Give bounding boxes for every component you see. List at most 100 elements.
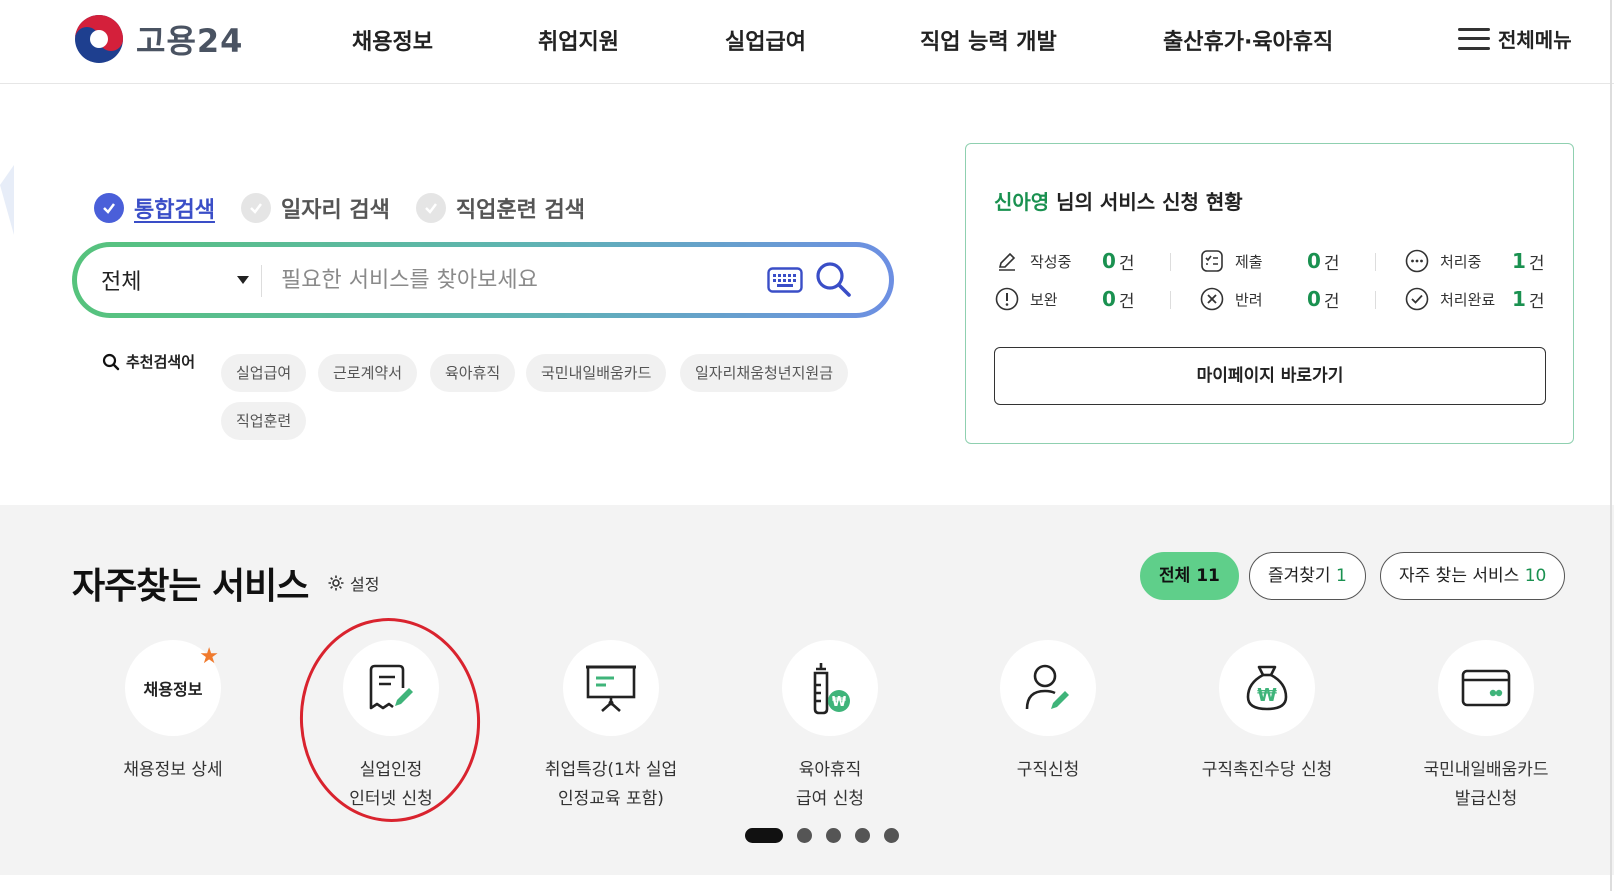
pagination-dot[interactable] (826, 828, 841, 843)
service-icon-circle: ₩ (782, 640, 878, 736)
search-input[interactable] (281, 261, 741, 299)
status-count: 0 (1102, 249, 1116, 273)
service-status-panel: 신아영 님의 서비스 신청 현황 작성중 0 건 제출 0 건 처리중 1 건 … (965, 143, 1574, 444)
service-label: 취업특강(1차 실업 인정교육 포함) (511, 756, 711, 814)
filter-label: 자주 찾는 서비스 (1399, 566, 1520, 586)
status-processing[interactable]: 처리중 1 건 (1404, 248, 1545, 274)
service-label-line1: 국민내일배움카드 (1423, 760, 1549, 780)
service-job-info[interactable]: 채용정보 ★ 채용정보 상세 (73, 640, 273, 785)
pencil-icon (994, 248, 1020, 274)
filter-all[interactable]: 전체 11 (1140, 552, 1239, 600)
divider (1375, 291, 1376, 309)
settings-button[interactable]: 설정 (327, 571, 379, 595)
pagination-dot[interactable] (797, 828, 812, 843)
mypage-button[interactable]: 마이페이지 바로가기 (994, 347, 1546, 405)
header: 고용24 채용정보 취업지원 실업급여 직업 능력 개발 출산휴가·육아휴직 전… (0, 0, 1614, 84)
service-parental-leave-benefit[interactable]: ₩ 육아휴직 급여 신청 (730, 640, 930, 814)
tab-integrated-search[interactable]: 통합검색 (94, 192, 215, 224)
status-count: 1 (1512, 249, 1526, 273)
service-label: 국민내일배움카드 발급신청 (1386, 756, 1586, 814)
service-label-line2: 발급신청 (1454, 789, 1518, 809)
status-label: 보완 (1030, 290, 1058, 309)
taegeuk-logo-icon (75, 15, 123, 63)
keyword-chip[interactable]: 일자리채움청년지원금 (680, 354, 849, 392)
service-employment-lecture[interactable]: 취업특강(1차 실업 인정교육 포함) (511, 640, 711, 814)
service-job-seeking-allowance[interactable]: ₩ 구직촉진수당 신청 (1167, 640, 1367, 785)
nav-item-unemployment-benefit[interactable]: 실업급여 (725, 24, 806, 56)
divider (1375, 253, 1376, 271)
filter-frequent[interactable]: 자주 찾는 서비스 10 (1380, 552, 1566, 600)
nav-item-parental-leave[interactable]: 출산휴가·육아휴직 (1163, 24, 1333, 56)
divider (261, 265, 262, 297)
service-label-line1: 구직신청 (1016, 760, 1080, 780)
pagination-dot[interactable] (855, 828, 870, 843)
status-count: 0 (1102, 287, 1116, 311)
gear-icon (328, 575, 344, 591)
service-label-line1: 구직촉진수당 신청 (1201, 760, 1333, 780)
status-label: 처리완료 (1440, 290, 1496, 309)
check-circle-icon (94, 193, 124, 223)
svg-text:₩: ₩ (1257, 685, 1277, 706)
settings-label: 설정 (350, 575, 380, 594)
service-icon-circle (1000, 640, 1096, 736)
status-drafting[interactable]: 작성중 0 건 (994, 248, 1135, 274)
search-category-select[interactable]: 전체 (101, 264, 141, 296)
status-label: 제출 (1235, 252, 1263, 271)
divider (1170, 291, 1171, 309)
presentation-board-icon (586, 665, 636, 712)
person-edit-icon (1025, 664, 1069, 710)
status-submitted[interactable]: 제출 0 건 (1199, 248, 1340, 274)
status-unit: 건 (1528, 253, 1545, 274)
filter-favorites[interactable]: 즐겨찾기 1 (1249, 552, 1366, 600)
search-box: 전체 (72, 242, 894, 318)
scrollbar-edge (1610, 0, 1612, 891)
nav-item-employment-support[interactable]: 취업지원 (538, 24, 619, 56)
pagination-dot[interactable] (884, 828, 899, 843)
tab-job-search[interactable]: 일자리 검색 (240, 192, 390, 224)
ellipsis-circle-icon (1404, 248, 1430, 274)
keyword-chip[interactable]: 근로계약서 (318, 354, 418, 392)
pagination-dot-active[interactable] (745, 828, 783, 843)
site-logo[interactable]: 고용24 (74, 14, 243, 64)
svg-text:₩: ₩ (832, 695, 847, 710)
service-job-application[interactable]: 구직신청 (948, 640, 1148, 785)
circle-text: 채용정보 (143, 680, 203, 699)
nav-item-vocational-training[interactable]: 직업 능력 개발 (920, 24, 1057, 56)
checklist-icon (1199, 248, 1225, 274)
service-label: 육아휴직 급여 신청 (730, 756, 930, 814)
search-icon (102, 353, 120, 370)
recommended-keywords-label: 추천검색어 (102, 351, 195, 372)
search-icon[interactable] (813, 259, 853, 303)
filter-count: 11 (1196, 566, 1220, 586)
keyboard-icon[interactable] (767, 267, 803, 297)
caret-down-icon[interactable] (237, 276, 249, 284)
filter-label: 전체 (1159, 566, 1191, 586)
section-title: 자주찾는 서비스 (72, 566, 309, 607)
service-label-line1: 육아휴직 (798, 760, 862, 780)
status-label: 처리중 (1440, 252, 1482, 271)
star-icon[interactable]: ★ (199, 644, 219, 669)
keyword-chip[interactable]: 국민내일배움카드 (526, 354, 667, 392)
check-circle-icon (1404, 286, 1430, 312)
keyword-chip[interactable]: 직업훈련 (221, 402, 307, 440)
tab-label: 통합검색 (134, 198, 215, 223)
check-circle-icon (415, 193, 446, 223)
status-supplement[interactable]: 보완 0 건 (994, 286, 1135, 312)
x-circle-icon (1199, 286, 1225, 312)
nav-item-jobs[interactable]: 채용정보 (352, 24, 433, 56)
keyword-chip[interactable]: 실업급여 (221, 354, 307, 392)
filter-label: 즐겨찾기 (1268, 566, 1331, 586)
status-unit: 건 (1118, 291, 1135, 312)
keyword-chip[interactable]: 육아휴직 (430, 354, 516, 392)
all-menu-button[interactable]: 전체메뉴 (1458, 24, 1572, 53)
status-completed[interactable]: 처리완료 1 건 (1404, 286, 1545, 312)
service-label: 구직촉진수당 신청 (1167, 756, 1367, 785)
tab-training-search[interactable]: 직업훈련 검색 (415, 192, 585, 224)
money-bag-won-icon: ₩ (1246, 665, 1288, 711)
frequent-services-section: 자주찾는 서비스 설정 전체 11 즐겨찾기 1 자주 찾는 서비스 10 채용… (0, 505, 1614, 875)
service-learning-card[interactable]: 국민내일배움카드 발급신청 (1386, 640, 1586, 814)
hamburger-icon (1458, 27, 1490, 50)
decorative-shape (0, 165, 14, 235)
status-title: 신아영 님의 서비스 신청 현황 (994, 186, 1243, 215)
status-rejected[interactable]: 반려 0 건 (1199, 286, 1340, 312)
